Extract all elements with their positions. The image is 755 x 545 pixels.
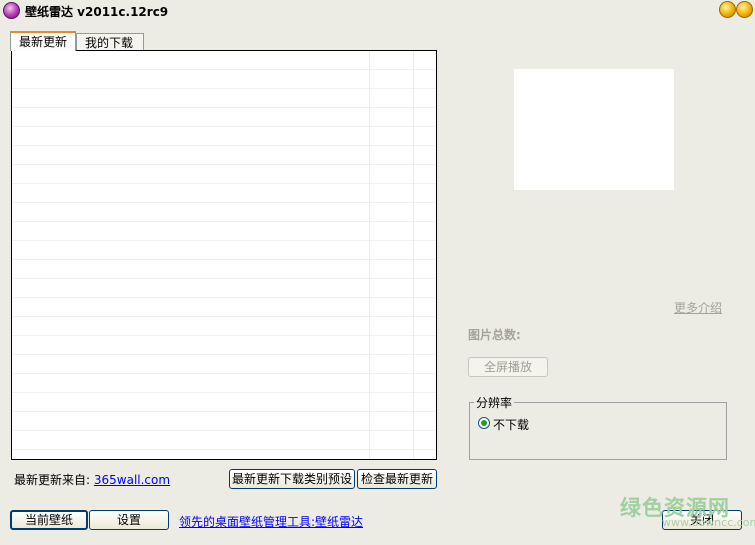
- column-divider: [369, 51, 370, 459]
- title-bar: 壁纸雷达 v2011c.12rc9: [0, 0, 755, 22]
- list-row[interactable]: [12, 317, 436, 336]
- wallpaper-list[interactable]: [11, 50, 437, 460]
- list-row[interactable]: [12, 203, 436, 222]
- app-icon[interactable]: [3, 2, 20, 19]
- description-link[interactable]: 领先的桌面壁纸管理工具:壁纸雷达: [179, 513, 363, 530]
- column-divider: [413, 51, 414, 459]
- total-pictures-label: 图片总数:: [468, 328, 521, 342]
- list-row[interactable]: [12, 222, 436, 241]
- list-row[interactable]: [12, 279, 436, 298]
- close-window-icon[interactable]: [736, 1, 753, 18]
- list-row[interactable]: [12, 127, 436, 146]
- watermark: 绿色资源网 www.downcc.com: [620, 492, 755, 542]
- list-row[interactable]: [12, 108, 436, 127]
- radio-selected-dot: [481, 420, 487, 426]
- source-link[interactable]: 365wall.com: [94, 473, 170, 487]
- list-row[interactable]: [12, 51, 436, 70]
- list-row[interactable]: [12, 412, 436, 431]
- no-download-label[interactable]: 不下载: [493, 416, 529, 433]
- list-row[interactable]: [12, 431, 436, 450]
- tab-latest-updates[interactable]: 最新更新: [10, 31, 76, 51]
- minimize-icon[interactable]: [719, 1, 736, 18]
- list-row[interactable]: [12, 241, 436, 260]
- more-intro-link[interactable]: 更多介绍: [674, 299, 722, 316]
- watermark-url: www.downcc.com: [662, 516, 755, 529]
- update-source-label: 最新更新来自:: [14, 473, 91, 487]
- category-preset-button[interactable]: 最新更新下载类别预设: [229, 469, 355, 489]
- list-row[interactable]: [12, 70, 436, 89]
- resolution-legend: 分辨率: [474, 394, 515, 411]
- list-row[interactable]: [12, 184, 436, 203]
- wallpaper-preview: [514, 69, 674, 190]
- check-update-button[interactable]: 检查最新更新: [357, 469, 437, 489]
- window-title: 壁纸雷达 v2011c.12rc9: [25, 5, 169, 19]
- list-row[interactable]: [12, 146, 436, 165]
- tab-my-downloads[interactable]: 我的下载: [76, 33, 144, 51]
- current-wallpaper-button[interactable]: 当前壁纸: [10, 510, 88, 530]
- list-row[interactable]: [12, 89, 436, 108]
- list-row[interactable]: [12, 393, 436, 412]
- list-row[interactable]: [12, 165, 436, 184]
- settings-button[interactable]: 设置: [89, 510, 169, 530]
- list-row[interactable]: [12, 298, 436, 317]
- fullscreen-button[interactable]: 全屏播放: [468, 357, 548, 377]
- no-download-radio[interactable]: [478, 417, 490, 429]
- update-source: 最新更新来自: 365wall.com: [14, 471, 170, 488]
- list-row[interactable]: [12, 355, 436, 374]
- list-row[interactable]: [12, 336, 436, 355]
- list-row[interactable]: [12, 260, 436, 279]
- list-row[interactable]: [12, 374, 436, 393]
- list-rows: [12, 51, 436, 450]
